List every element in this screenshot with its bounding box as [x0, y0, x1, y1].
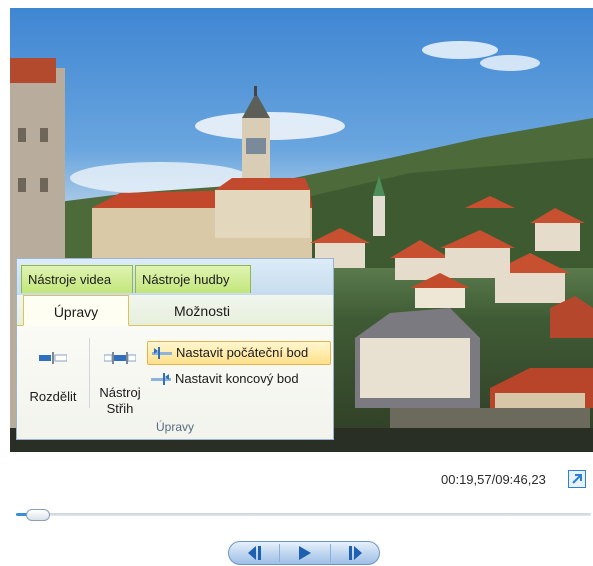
- transport-controls: [228, 541, 380, 565]
- set-end-point-button[interactable]: Nastavit koncový bod: [147, 368, 331, 392]
- group-label-edit: Úpravy: [155, 420, 194, 434]
- split-button[interactable]: Rozdělit: [23, 338, 83, 408]
- seek-thumb[interactable]: [26, 509, 50, 521]
- ribbon-group-edit: Rozdělit Nástroj Střih Nastavit počátečn…: [17, 326, 333, 439]
- contextual-tab-video-tools[interactable]: Nástroje videa: [21, 265, 133, 293]
- play-button[interactable]: [280, 542, 330, 564]
- time-display: 00:19,57/09:46,23: [441, 472, 546, 487]
- trim-tool-button[interactable]: Nástroj Střih: [93, 338, 147, 418]
- fullscreen-icon: [572, 474, 582, 484]
- split-label: Rozdělit: [29, 389, 77, 404]
- set-start-point-button[interactable]: Nastavit počáteční bod: [147, 341, 331, 365]
- tab-options[interactable]: Možnosti: [143, 295, 261, 326]
- trim-label: Nástroj Střih: [99, 385, 141, 416]
- trim-icon: [104, 352, 136, 364]
- ribbon-tab-row: Úpravy Možnosti: [17, 295, 333, 326]
- next-frame-icon: [349, 546, 362, 560]
- set-end-point-label: Nastavit koncový bod: [175, 371, 299, 386]
- split-icon: [39, 352, 67, 364]
- previous-frame-button[interactable]: [229, 542, 279, 564]
- play-icon: [299, 546, 311, 560]
- fullscreen-button[interactable]: [568, 470, 586, 488]
- ribbon-panel: Nástroje videa Nástroje hudby Úpravy Mož…: [16, 258, 334, 440]
- seek-bar[interactable]: [16, 513, 591, 516]
- next-frame-button[interactable]: [331, 542, 379, 564]
- previous-frame-icon: [248, 546, 261, 560]
- contextual-tab-bar: Nástroje videa Nástroje hudby: [17, 259, 333, 295]
- set-start-point-icon: [152, 347, 172, 359]
- tab-edit[interactable]: Úpravy: [23, 295, 129, 326]
- set-end-point-icon: [151, 373, 171, 385]
- set-start-point-label: Nastavit počáteční bod: [176, 345, 309, 360]
- contextual-tab-music-tools[interactable]: Nástroje hudby: [135, 265, 251, 293]
- group-separator: [89, 338, 90, 408]
